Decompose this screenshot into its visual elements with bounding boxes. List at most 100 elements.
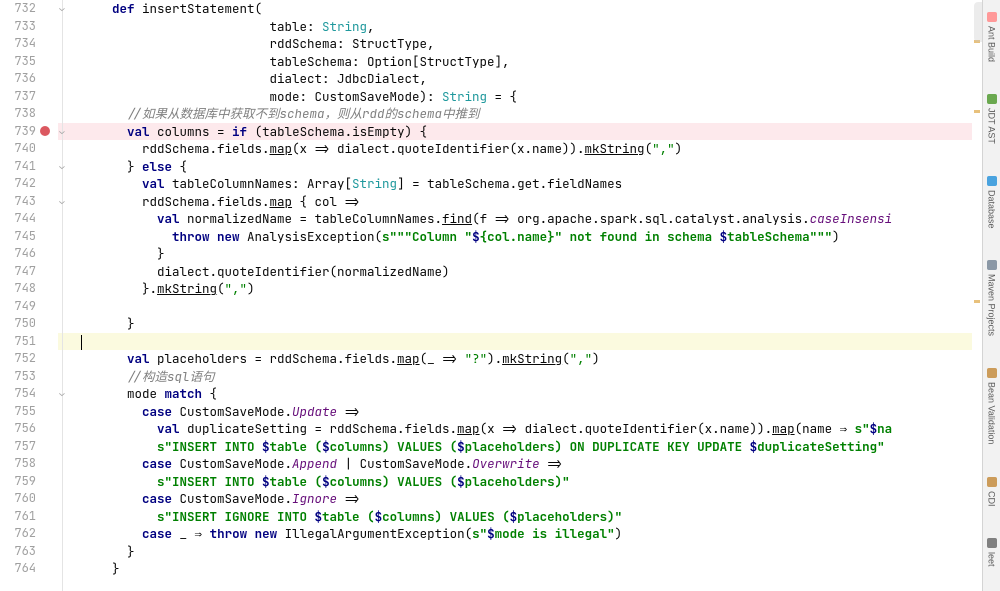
line-number[interactable]: 762 [0, 525, 36, 543]
code-line[interactable]: } [82, 560, 982, 578]
code-line[interactable]: rddSchema.fields.map { col => [82, 193, 982, 211]
line-number[interactable]: 758 [0, 455, 36, 473]
code-token: columns) VALUES ( [330, 438, 458, 455]
code-token [82, 525, 142, 542]
line-number[interactable]: 741 [0, 158, 36, 176]
bean-validation-icon [987, 368, 997, 378]
code-line[interactable]: rddSchema: StructType, [82, 35, 982, 53]
toolwindow-tab-jdt-ast[interactable]: JDT AST [987, 94, 997, 144]
code-line[interactable]: tableSchema: Option[StructType], [82, 53, 982, 71]
line-number[interactable]: 755 [0, 403, 36, 421]
line-number[interactable]: 754 [0, 385, 36, 403]
code-line[interactable]: }.mkString(",") [82, 280, 982, 298]
code-line[interactable]: case _ ⇒ throw new IllegalArgumentExcept… [82, 525, 982, 543]
code-line[interactable]: case CustomSaveMode.Update => [82, 403, 982, 421]
line-number[interactable]: 745 [0, 228, 36, 246]
line-number[interactable]: 732 [0, 0, 36, 18]
line-number[interactable]: 751 [0, 333, 36, 351]
code-line[interactable] [82, 298, 982, 316]
line-number[interactable]: 734 [0, 35, 36, 53]
line-number[interactable]: 759 [0, 473, 36, 491]
toolwindow-tab-maven[interactable]: Maven Projects [987, 260, 997, 336]
code-line[interactable]: } [82, 315, 982, 333]
toolwindow-tab-label: JDT AST [987, 108, 997, 144]
line-number[interactable]: 757 [0, 438, 36, 456]
toolwindow-tab-ant-build[interactable]: Ant Build [987, 12, 997, 62]
warning-mark[interactable] [974, 300, 980, 303]
line-number[interactable]: 743 [0, 193, 36, 211]
line-number[interactable]: 740 [0, 140, 36, 158]
line-number[interactable]: 736 [0, 70, 36, 88]
line-number[interactable]: 750 [0, 315, 36, 333]
line-number-gutter[interactable]: 7327337347357367377387397407417427437447… [0, 0, 58, 591]
toolwindow-tab-bean-validation[interactable]: Bean Validation [987, 368, 997, 444]
line-number[interactable]: 735 [0, 53, 36, 71]
code-area[interactable]: def insertStatement( table: String, rddS… [58, 0, 982, 591]
toolwindow-tab-label: leet [987, 552, 997, 567]
code-line[interactable]: val tableColumnNames: Array[String] = ta… [82, 175, 982, 193]
code-line[interactable]: case CustomSaveMode.Ignore => [82, 490, 982, 508]
line-number[interactable]: 733 [0, 18, 36, 36]
code-token: mode [82, 385, 165, 402]
code-line[interactable]: } [82, 543, 982, 561]
code-token: String [322, 18, 367, 35]
code-line[interactable]: } else { [82, 158, 982, 176]
code-line[interactable]: } [82, 245, 982, 263]
line-number[interactable]: 747 [0, 263, 36, 281]
line-number[interactable]: 763 [0, 543, 36, 561]
line-number[interactable]: 746 [0, 245, 36, 263]
line-number[interactable]: 742 [0, 175, 36, 193]
code-line[interactable]: def insertStatement( [82, 0, 982, 18]
line-number[interactable]: 737 [0, 88, 36, 106]
fold-toggle-icon[interactable]: ⌄ [57, 161, 67, 171]
line-number[interactable]: 760 [0, 490, 36, 508]
code-line[interactable]: val duplicateSetting = rddSchema.fields.… [82, 420, 982, 438]
error-stripe[interactable] [972, 0, 982, 591]
line-number[interactable]: 744 [0, 210, 36, 228]
toolwindow-tab-cdi[interactable]: CDI [987, 477, 997, 507]
warning-mark[interactable] [974, 110, 980, 113]
code-line[interactable]: mode match { [82, 385, 982, 403]
code-line[interactable]: //构造sql语句 [82, 368, 982, 386]
line-number[interactable]: 748 [0, 280, 36, 298]
line-number[interactable]: 749 [0, 298, 36, 316]
code-line[interactable]: val normalizedName = tableColumnNames.fi… [82, 210, 982, 228]
code-line[interactable]: table: String, [82, 18, 982, 36]
code-line[interactable]: throw new AnalysisException(s"""Column "… [82, 228, 982, 246]
code-line[interactable]: //如果从数据库中获取不到schema，则从rdd的schema中推到 [82, 105, 982, 123]
toolwindow-tab-database[interactable]: Database [987, 176, 997, 229]
cdi-icon [987, 477, 997, 487]
toolwindow-tab-leet[interactable]: leet [987, 538, 997, 567]
code-line[interactable] [82, 333, 982, 351]
line-number[interactable]: 738 [0, 105, 36, 123]
code-line[interactable]: rddSchema.fields.map(x => dialect.quoteI… [82, 140, 982, 158]
code-token [82, 350, 127, 367]
line-number[interactable]: 753 [0, 368, 36, 386]
code-line[interactable]: val columns = if (tableSchema.isEmpty) { [82, 123, 982, 141]
code-line[interactable]: s"INSERT INTO $table ($columns) VALUES (… [82, 473, 982, 491]
code-line[interactable]: mode: CustomSaveMode): String = { [82, 88, 982, 106]
line-number[interactable]: 752 [0, 350, 36, 368]
code-line[interactable]: dialect: JdbcDialect, [82, 70, 982, 88]
code-token: } [82, 158, 142, 175]
code-line[interactable]: dialect.quoteIdentifier(normalizedName) [82, 263, 982, 281]
code-token: Overwrite [472, 455, 540, 472]
line-number[interactable]: 756 [0, 420, 36, 438]
line-number[interactable]: 761 [0, 508, 36, 526]
code-token [82, 438, 157, 455]
code-token: ) [832, 228, 840, 245]
line-number[interactable]: 739 [0, 123, 36, 141]
fold-toggle-icon[interactable]: ⌄ [57, 196, 67, 206]
line-number[interactable]: 764 [0, 560, 36, 578]
code-token: normalizedName = tableColumnNames. [180, 210, 443, 227]
code-line[interactable]: s"INSERT INTO $table ($columns) VALUES (… [82, 438, 982, 456]
code-line[interactable]: case CustomSaveMode.Append | CustomSaveM… [82, 455, 982, 473]
fold-toggle-icon[interactable]: ⌄ [57, 388, 67, 398]
code-token: table ( [270, 438, 323, 455]
code-token: (_ => [420, 350, 465, 367]
code-line[interactable]: s"INSERT IGNORE INTO $table ($columns) V… [82, 508, 982, 526]
fold-toggle-icon[interactable]: ⌄ [57, 3, 67, 13]
code-line[interactable]: val placeholders = rddSchema.fields.map(… [82, 350, 982, 368]
fold-toggle-icon[interactable]: ⌄ [57, 126, 67, 136]
breakpoint-icon[interactable] [40, 126, 50, 136]
